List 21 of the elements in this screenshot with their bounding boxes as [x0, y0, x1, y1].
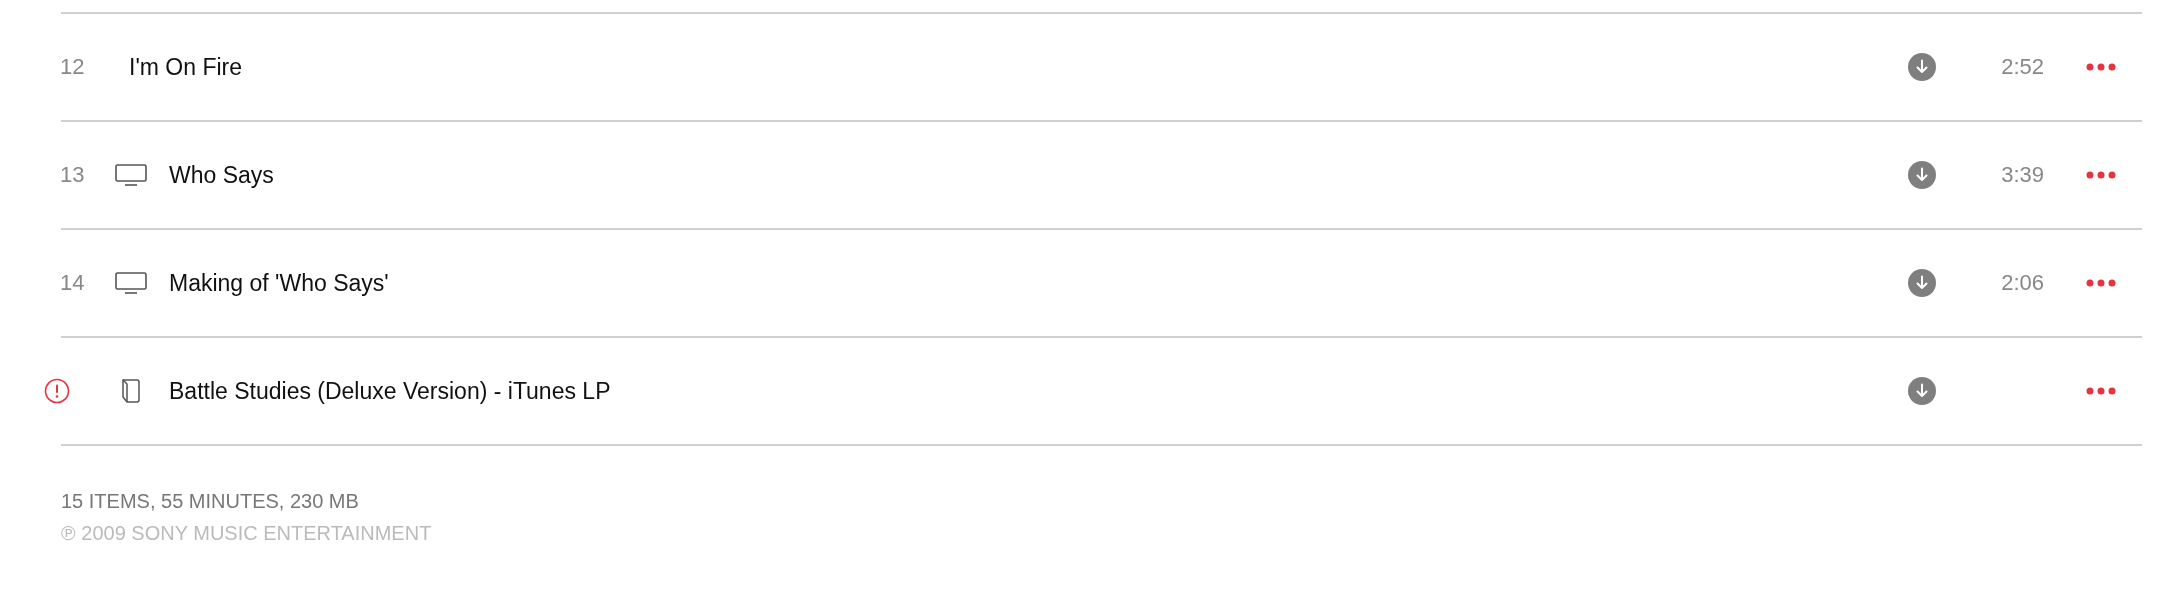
more-icon[interactable] — [2086, 63, 2116, 71]
download-icon[interactable] — [1908, 53, 1936, 81]
track-duration: 3:39 — [2001, 162, 2044, 187]
download-icon[interactable] — [1908, 269, 1936, 297]
track-duration: 2:52 — [2001, 54, 2044, 79]
track-title: Making of 'Who Says' — [169, 269, 390, 297]
track-title: Who Says — [169, 161, 275, 189]
track-number: 13 — [60, 162, 85, 188]
copyright-text: ℗ 2009 SONY MUSIC ENTERTAINMENT — [61, 522, 433, 545]
album-summary: 15 ITEMS, 55 MINUTES, 230 MB — [61, 490, 360, 513]
more-icon[interactable] — [2086, 279, 2116, 287]
download-icon[interactable] — [1908, 377, 1936, 405]
track-title: Battle Studies (Deluxe Version) - iTunes LP — [169, 377, 612, 405]
track-number: 14 — [60, 270, 85, 296]
track-number: 12 — [60, 54, 85, 80]
more-icon[interactable] — [2086, 387, 2116, 395]
more-icon[interactable] — [2086, 171, 2116, 179]
download-icon[interactable] — [1908, 161, 1936, 189]
track-duration: 2:06 — [2001, 270, 2044, 295]
track-title: I'm On Fire — [129, 53, 243, 81]
alert-icon[interactable] — [44, 378, 70, 404]
